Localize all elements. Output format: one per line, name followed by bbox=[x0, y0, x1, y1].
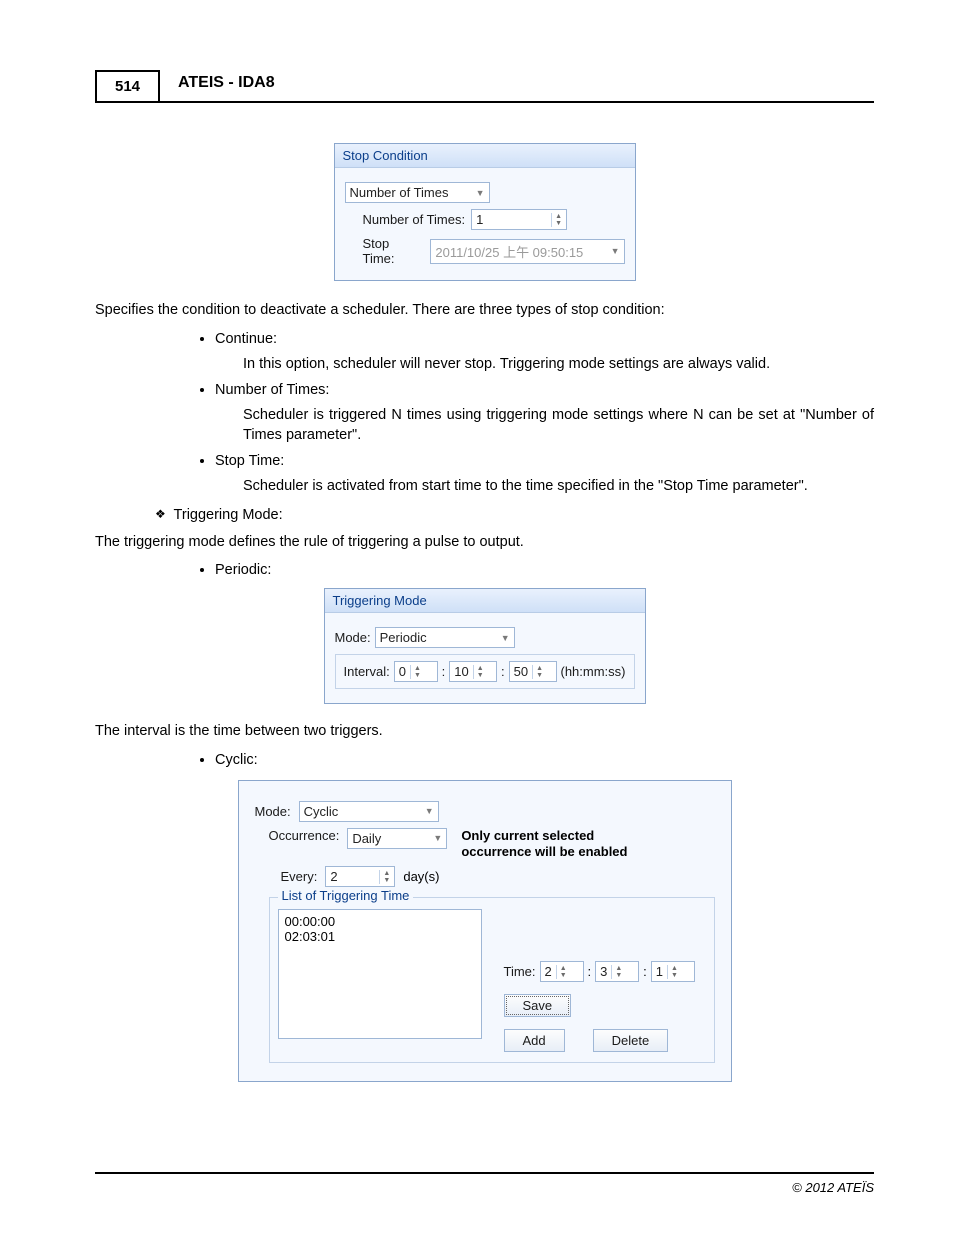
triggering-time-fieldset: List of Triggering Time 00:00:00 02:03:0… bbox=[269, 897, 715, 1063]
intro-text: Specifies the condition to deactivate a … bbox=[95, 301, 874, 321]
list-item[interactable]: 00:00:00 bbox=[285, 914, 475, 929]
list-item-desc: Scheduler is triggered N times using tri… bbox=[243, 406, 874, 445]
count-spinner[interactable]: 1 ▲▼ bbox=[471, 209, 567, 230]
diamond-icon: ❖ bbox=[155, 507, 166, 521]
list-item-label: Cyclic: bbox=[215, 752, 258, 768]
panel-title: Stop Condition bbox=[335, 144, 635, 168]
stop-type-combo[interactable]: Number of Times ▼ bbox=[345, 182, 490, 203]
interval-unit: (hh:mm:ss) bbox=[561, 664, 626, 679]
mode-combo[interactable]: Cyclic ▼ bbox=[299, 801, 439, 822]
every-spinner[interactable]: 2 ▲▼ bbox=[325, 866, 395, 887]
stop-time-combo[interactable]: 2011/10/25 上午 09:50:15 ▼ bbox=[430, 239, 624, 264]
section-heading: ❖ Triggering Mode: bbox=[155, 507, 874, 523]
stop-time-value: 2011/10/25 上午 09:50:15 bbox=[435, 242, 583, 261]
triggering-periodic-panel: Triggering Mode Mode: Periodic ▼ Interva… bbox=[324, 588, 646, 704]
add-button[interactable]: Add bbox=[504, 1029, 565, 1052]
occurrence-combo[interactable]: Daily ▼ bbox=[347, 828, 447, 849]
mode-combo[interactable]: Periodic ▼ bbox=[375, 627, 515, 648]
triggering-cyclic-panel: Mode: Cyclic ▼ Occurrence: Daily ▼ Only … bbox=[238, 780, 732, 1083]
page-header: 514 ATEIS - IDA8 bbox=[95, 70, 874, 103]
section-desc: The triggering mode defines the rule of … bbox=[95, 533, 874, 553]
list-item-label: Stop Time: bbox=[215, 453, 284, 469]
spinner-arrows-icon: ▲▼ bbox=[551, 213, 562, 227]
spinner-arrows-icon: ▲▼ bbox=[532, 665, 543, 679]
chevron-down-icon: ▼ bbox=[476, 188, 485, 198]
spinner-arrows-icon: ▲▼ bbox=[667, 965, 678, 979]
chevron-down-icon: ▼ bbox=[425, 806, 434, 816]
count-value: 1 bbox=[476, 212, 483, 227]
interval-mm-spinner[interactable]: 10 ▲▼ bbox=[449, 661, 497, 682]
triggering-mode-list-2: Cyclic: bbox=[215, 752, 874, 768]
interval-hh-spinner[interactable]: 0 ▲▼ bbox=[394, 661, 438, 682]
list-item-desc: Scheduler is activated from start time t… bbox=[243, 477, 874, 497]
mode-value: Periodic bbox=[380, 630, 427, 645]
periodic-desc: The interval is the time between two tri… bbox=[95, 722, 874, 742]
chevron-down-icon: ▼ bbox=[433, 833, 442, 843]
fieldset-legend: List of Triggering Time bbox=[278, 888, 414, 903]
mode-label: Mode: bbox=[255, 804, 291, 819]
save-button[interactable]: Save bbox=[504, 994, 572, 1017]
stop-condition-list: Continue: In this option, scheduler will… bbox=[215, 331, 874, 497]
every-label: Every: bbox=[281, 869, 318, 884]
time-mm-spinner[interactable]: 3 ▲▼ bbox=[595, 961, 639, 982]
every-unit: day(s) bbox=[403, 869, 439, 884]
occurrence-label: Occurrence: bbox=[269, 828, 340, 843]
interval-label: Interval: bbox=[344, 664, 390, 679]
spinner-arrows-icon: ▲▼ bbox=[611, 965, 622, 979]
mode-value: Cyclic bbox=[304, 804, 339, 819]
occurrence-notice: Only current selected occurrence will be… bbox=[461, 828, 661, 861]
spinner-arrows-icon: ▲▼ bbox=[410, 665, 421, 679]
spinner-arrows-icon: ▲▼ bbox=[473, 665, 484, 679]
spinner-arrows-icon: ▲▼ bbox=[556, 965, 567, 979]
stop-condition-panel: Stop Condition Number of Times ▼ Number … bbox=[334, 143, 636, 281]
triggering-time-listbox[interactable]: 00:00:00 02:03:01 bbox=[278, 909, 482, 1039]
mode-label: Mode: bbox=[335, 630, 371, 645]
document-title: ATEIS - IDA8 bbox=[160, 74, 275, 98]
section-title: Triggering Mode: bbox=[174, 507, 283, 523]
page-number: 514 bbox=[95, 70, 160, 101]
list-item-label: Number of Times: bbox=[215, 382, 329, 398]
occurrence-value: Daily bbox=[352, 831, 381, 846]
panel-title: Triggering Mode bbox=[325, 589, 645, 613]
stop-time-label: Stop Time: bbox=[363, 236, 425, 266]
spinner-arrows-icon: ▲▼ bbox=[379, 870, 390, 884]
count-label: Number of Times: bbox=[363, 212, 466, 227]
time-label: Time: bbox=[504, 964, 536, 979]
interval-ss-spinner[interactable]: 50 ▲▼ bbox=[509, 661, 557, 682]
list-item-label: Continue: bbox=[215, 331, 277, 347]
triggering-mode-list: Periodic: bbox=[215, 562, 874, 578]
list-item-desc: In this option, scheduler will never sto… bbox=[243, 355, 874, 375]
chevron-down-icon: ▼ bbox=[501, 633, 510, 643]
list-item[interactable]: 02:03:01 bbox=[285, 929, 475, 944]
time-hh-spinner[interactable]: 2 ▲▼ bbox=[540, 961, 584, 982]
stop-type-value: Number of Times bbox=[350, 185, 449, 200]
chevron-down-icon: ▼ bbox=[611, 246, 620, 256]
footer-copyright: © 2012 ATEÏS bbox=[95, 1172, 874, 1195]
list-item-label: Periodic: bbox=[215, 562, 271, 578]
time-ss-spinner[interactable]: 1 ▲▼ bbox=[651, 961, 695, 982]
delete-button[interactable]: Delete bbox=[593, 1029, 669, 1052]
